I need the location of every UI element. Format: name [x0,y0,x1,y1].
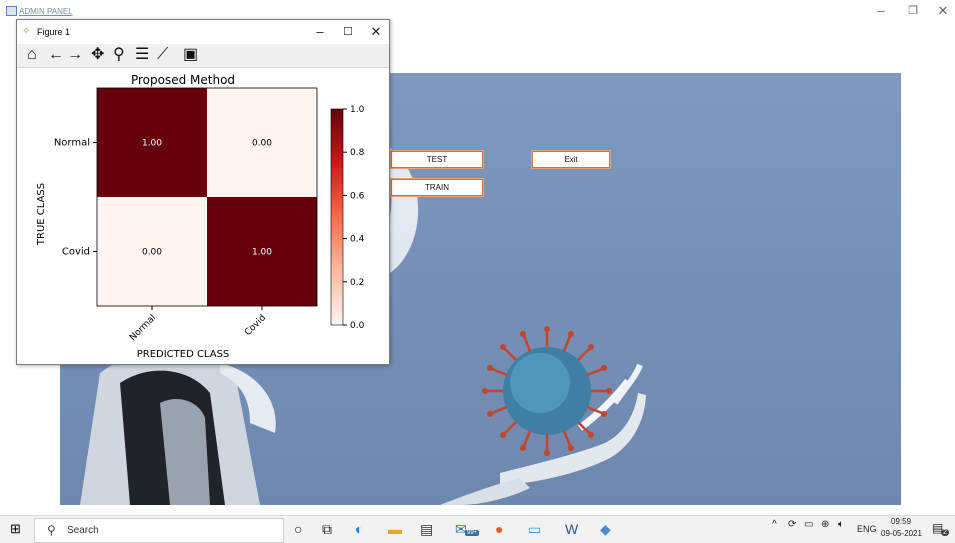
task-view-icon[interactable]: ⧉ [322,522,332,536]
zoom-icon[interactable]: ⚲ [113,46,125,64]
train-button[interactable]: TRAIN [391,179,483,196]
chart-title: Proposed Method [131,73,235,87]
language-indicator[interactable]: ENG [857,524,877,534]
y-axis-label: TRUE CLASS [36,183,47,246]
close-button[interactable]: ✕ [932,2,954,20]
battery-icon[interactable]: ▭ [804,519,813,530]
figure-close-button[interactable]: ✕ [363,23,389,41]
figure-window: ✧ Figure 1 – ☐ ✕ ⌂ ← → ✥ ⚲ ☰ ⟋ ▣ Propose… [16,19,390,365]
colorbar-tick-label: 1.0 [350,105,365,115]
app-icon [6,6,17,16]
heatmap-cell-label: 1.00 [142,139,162,149]
figure-toolbar: ⌂ ← → ✥ ⚲ ☰ ⟋ ▣ [17,44,389,68]
figure-minimize-button[interactable]: – [307,23,333,41]
network-icon[interactable]: ⊕ [821,519,829,530]
store-badge: 99+ [465,530,480,536]
admin-window-title: ADMIN PANEL [19,7,73,16]
figure-maximize-button[interactable]: ☐ [335,23,361,41]
windows-start-icon[interactable]: ⊞ [10,522,21,536]
configure-subplots-icon[interactable]: ☰ [135,46,149,64]
sync-icon[interactable]: ⟳ [788,519,796,530]
heatmap-cell-label: 0.00 [252,139,272,149]
store-icon[interactable]: ▤ [420,522,433,536]
maximize-button[interactable]: ❐ [902,2,924,20]
save-icon[interactable]: ▣ [183,46,198,64]
confusion-matrix-chart: Proposed Method 1.00 0.00 0.00 1.00 Normal C… [36,73,365,360]
colorbar-tick-label: 0.0 [350,321,365,331]
edge-icon[interactable]: ◐ [355,522,363,536]
forward-icon[interactable]: → [67,46,83,64]
show-hidden-icons-icon[interactable]: ^ [772,519,777,530]
x-tick-label: Covid [243,313,268,338]
file-explorer-icon[interactable]: ▬ [388,522,402,536]
colorbar-tick-label: 0.4 [350,235,365,245]
cortana-icon[interactable]: ○ [294,522,302,536]
colorbar-tick-label: 0.6 [350,191,365,201]
minimize-button[interactable]: – [870,2,892,20]
figure-titlebar: ✧ Figure 1 – ☐ ✕ [17,20,389,44]
firefox-icon[interactable]: ● [495,522,503,536]
clock-date[interactable]: 09-05-2021 [881,529,922,538]
heatmap-cell-label: 1.00 [252,248,272,258]
colorbar-tick-label: 0.8 [350,148,365,158]
edit-axis-icon[interactable]: ⟋ [157,46,168,64]
search-placeholder: Search [67,525,99,536]
y-tick-label: Covid [62,247,90,258]
volume-icon[interactable]: 🔈︎ [838,519,844,530]
word-icon[interactable]: W [565,522,578,536]
test-button[interactable]: TEST [391,151,483,168]
pan-icon[interactable]: ✥ [91,46,104,64]
y-tick-label: Normal [54,138,90,149]
python-idle-icon[interactable]: ◆ [600,522,611,536]
colorbar-tick-label: 0.2 [350,278,364,288]
clock-time[interactable]: 09:59 [891,517,911,526]
matplotlib-icon: ✧ [22,26,31,37]
notification-count: 2 [941,529,949,536]
heatmap-cell-label: 0.00 [142,248,162,258]
search-icon: ⚲ [47,523,56,537]
back-icon[interactable]: ← [48,46,64,64]
search-box[interactable]: ⚲ Search [34,518,284,543]
figure-title: Figure 1 [37,27,71,37]
home-icon[interactable]: ⌂ [27,46,37,64]
photos-icon[interactable]: ▭ [528,522,541,536]
exit-button[interactable]: Exit [532,151,610,168]
x-axis-label: PREDICTED CLASS [137,349,230,360]
x-tick-label: Normal [128,313,158,343]
colorbar [330,108,344,326]
taskbar: ⊞ ⚲ Search ○ ⧉ ◐ ▬ ▤ ✉ 99+ ● ▭ W ◆ ^ ⟳ ▭… [0,515,955,543]
